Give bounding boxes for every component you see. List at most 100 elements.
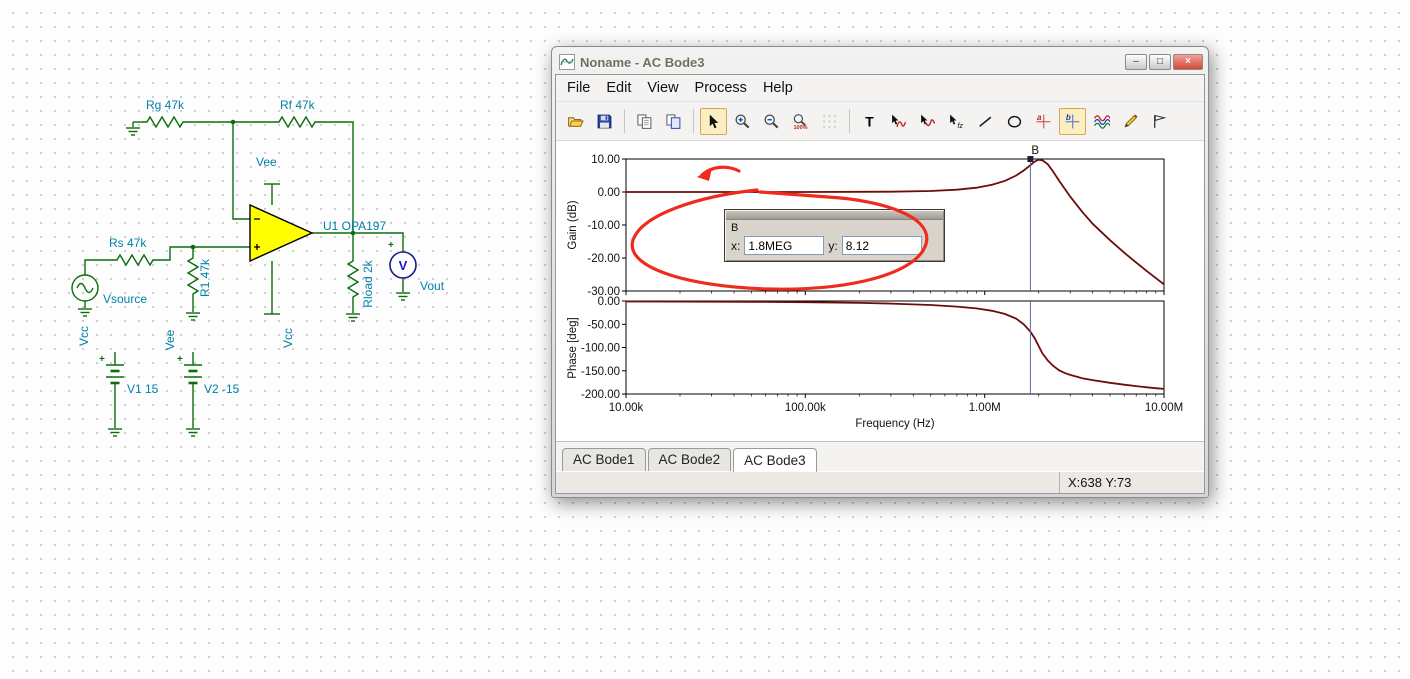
battery-v1-plus: +: [99, 354, 105, 365]
grid-icon: [823, 114, 836, 128]
tab-ac-bode3[interactable]: AC Bode3: [733, 448, 817, 472]
tab-bar: AC Bode1 AC Bode2 AC Bode3: [556, 441, 1204, 472]
toolbar-separator: [693, 109, 694, 133]
pointer-tool-button[interactable]: [700, 107, 727, 135]
battery-v2-plus: +: [177, 354, 183, 365]
plot-area[interactable]: 10.000.00-10.00-20.00-30.00BGain (dB)0.0…: [556, 145, 1198, 441]
menu-process[interactable]: Process: [688, 78, 754, 98]
label-rf: Rf 47k: [280, 98, 316, 112]
zoom-100-button[interactable]: 100%: [787, 108, 814, 135]
svg-text:10.00: 10.00: [591, 154, 620, 166]
text-icon: T: [865, 113, 874, 129]
svg-text:10.00k: 10.00k: [609, 402, 644, 414]
cursor-b-tool-button[interactable]: [914, 108, 941, 135]
tab-ac-bode2[interactable]: AC Bode2: [647, 448, 732, 471]
plot-frame: [625, 300, 1165, 395]
zoom-out-button[interactable]: [758, 108, 785, 135]
cursor-a-tool-button[interactable]: [885, 108, 912, 135]
cursor-x-input[interactable]: [744, 236, 825, 255]
svg-text:1.00M: 1.00M: [969, 402, 1001, 414]
label-rs: Rs 47k: [109, 236, 147, 250]
tab-ac-bode1[interactable]: AC Bode1: [562, 448, 646, 471]
marker-a-button[interactable]: a: [1030, 108, 1057, 135]
text-tool-button[interactable]: T: [856, 108, 883, 135]
menu-help[interactable]: Help: [756, 78, 800, 98]
zoom-in-button[interactable]: [729, 108, 756, 135]
label-r1: R1 47k: [198, 258, 212, 297]
svg-text:T: T: [865, 113, 874, 129]
svg-text:0.00: 0.00: [598, 296, 620, 308]
autoscale-tool-button[interactable]: fz: [943, 108, 970, 135]
window-controls: – □ ×: [1123, 54, 1203, 70]
resistor-rload: [346, 258, 360, 302]
flag-icon: [1154, 114, 1167, 128]
schematic-editor-canvas[interactable]: { "schematic": { "labels": { "rg": "Rg 4…: [0, 0, 1410, 679]
ellipse-tool-button[interactable]: [1001, 108, 1028, 135]
annotation-pen-button[interactable]: [1117, 108, 1144, 135]
cursor-panel-grip[interactable]: [726, 211, 943, 220]
toolbar-separator: [849, 109, 850, 133]
paste-icon: [666, 113, 681, 129]
statusbar: X:638 Y:73: [556, 471, 1204, 493]
crosshair-b-icon: b: [1065, 113, 1080, 128]
floppy-icon: [597, 114, 612, 128]
label-vcc-left: Vcc: [77, 326, 91, 346]
cursor-b-panel: B x: y:: [724, 209, 945, 262]
legend-flag-button[interactable]: [1146, 108, 1173, 135]
cursor-y-label: y:: [828, 238, 838, 253]
minimize-button[interactable]: –: [1125, 54, 1147, 70]
label-vcc-bottom: Vcc: [281, 328, 295, 348]
y-axis-label: Phase [deg]: [567, 317, 579, 378]
svg-text:fz: fz: [958, 122, 964, 129]
zoom-in-icon: [735, 113, 750, 128]
copy-special-button[interactable]: [660, 108, 687, 135]
curves-dialog-button[interactable]: [1088, 108, 1115, 135]
cursor-curve-icon: [892, 114, 907, 127]
line-icon: [979, 116, 992, 127]
cursor-label: B: [1031, 145, 1039, 157]
toolbar-separator: [624, 109, 625, 133]
crosshair-a-icon: a: [1036, 113, 1051, 128]
open-button[interactable]: [562, 108, 589, 135]
label-v1: V1 15: [127, 382, 159, 396]
schematic[interactable]: V + + + Rg 47k Rf 47k Vee Rs 47k U1 OPA1…: [0, 0, 560, 480]
svg-text:100%: 100%: [793, 125, 807, 130]
menu-file[interactable]: File: [560, 78, 597, 98]
save-button[interactable]: [591, 108, 618, 135]
menu-view[interactable]: View: [640, 78, 685, 98]
opamp-symbol[interactable]: [249, 203, 314, 263]
label-v2: V2 -15: [204, 382, 240, 396]
cursor-axis-icon: fz: [950, 114, 964, 129]
cursor-curve-alt-icon: [921, 114, 936, 126]
maximize-button[interactable]: □: [1149, 54, 1171, 70]
resistor-rg: [142, 115, 188, 129]
marker-b-button[interactable]: b: [1059, 107, 1086, 135]
titlebar[interactable]: Noname - AC Bode3 – □ ×: [555, 50, 1205, 74]
label-vee-top: Vee: [256, 155, 277, 169]
cursor-y-input[interactable]: [841, 236, 922, 255]
close-button[interactable]: ×: [1173, 54, 1203, 70]
statusbar-left: [556, 472, 1060, 493]
svg-text:0.00: 0.00: [598, 187, 620, 199]
menubar: File Edit View Process Help: [556, 75, 1204, 102]
resistor-r1: [186, 255, 200, 299]
svg-text:-10.00: -10.00: [587, 220, 620, 232]
menu-edit[interactable]: Edit: [599, 78, 638, 98]
plot-panel: 10.00 0.00 -10.00 -20.00 -30.00 B Gain (dB) 0.0…: [556, 141, 1204, 441]
label-vout: Vout: [420, 279, 445, 293]
label-vee-mid: Vee: [163, 329, 177, 350]
svg-text:a: a: [1037, 113, 1042, 122]
window-icon: [559, 54, 575, 70]
svg-text:-200.00: -200.00: [581, 389, 620, 401]
bode-window: Noname - AC Bode3 – □ × File Edit View Pro…: [551, 46, 1209, 498]
grid-toggle-button: [816, 108, 843, 135]
line-tool-button[interactable]: [972, 108, 999, 135]
svg-text:-150.00: -150.00: [581, 366, 620, 378]
cursor-x-label: x:: [731, 238, 741, 253]
window-title: Noname - AC Bode3: [580, 54, 705, 70]
waves-icon: [1094, 114, 1110, 129]
copy-button[interactable]: [631, 108, 658, 135]
ellipse-icon: [1007, 115, 1022, 128]
svg-text:b: b: [1066, 113, 1071, 122]
statusbar-coordinates: X:638 Y:73: [1068, 475, 1132, 490]
